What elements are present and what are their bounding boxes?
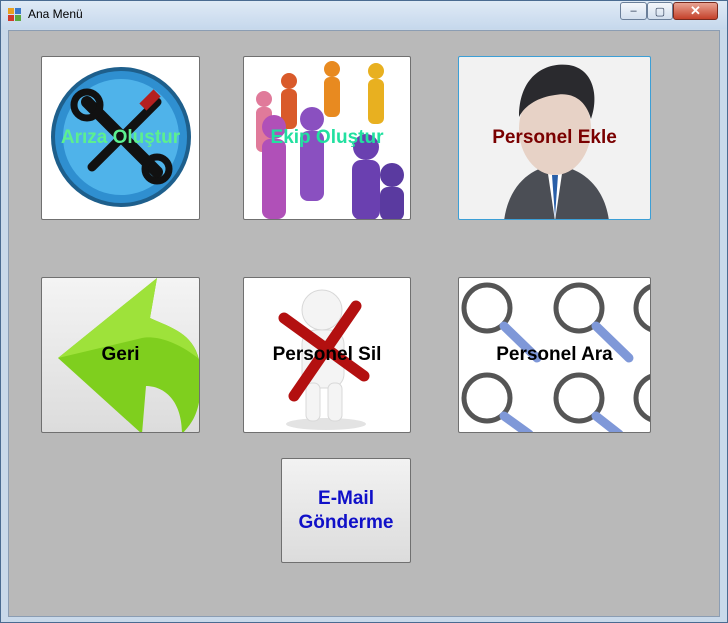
app-icon xyxy=(8,8,21,21)
minimize-button[interactable]: – xyxy=(620,2,647,20)
form-client-area: Arıza Oluştur Ekip Oluştur Personel Ekle… xyxy=(8,30,720,617)
title-bar[interactable]: Ana Menü – ▢ ✕ xyxy=(1,1,727,29)
email-label-line2: Gönderme xyxy=(298,511,394,533)
geri-label: Geri xyxy=(101,344,140,365)
ariza-olustur-button[interactable]: Arıza Oluştur xyxy=(41,56,200,220)
maximize-icon: ▢ xyxy=(654,5,666,18)
window-title: Ana Menü xyxy=(28,7,83,21)
email-gonderme-label: E-Mail Gönderme xyxy=(298,487,393,535)
personel-sil-label: Personel Sil xyxy=(272,344,382,365)
personel-sil-button[interactable]: Personel Sil xyxy=(243,277,411,433)
personel-ara-button[interactable]: Personel Ara xyxy=(458,277,651,433)
close-icon: ✕ xyxy=(690,3,701,18)
ekip-olustur-button[interactable]: Ekip Oluştur xyxy=(243,56,411,220)
minimize-icon: – xyxy=(630,5,637,17)
maximize-button[interactable]: ▢ xyxy=(647,2,673,20)
email-label-line1: E-Mail xyxy=(318,487,374,509)
ariza-olustur-label: Arıza Oluştur xyxy=(60,127,181,148)
personel-ekle-button[interactable]: Personel Ekle xyxy=(458,56,651,220)
ekip-olustur-label: Ekip Oluştur xyxy=(270,127,384,148)
email-gonderme-button[interactable]: E-Mail Gönderme xyxy=(281,458,411,563)
personel-ekle-label: Personel Ekle xyxy=(492,127,617,148)
main-window: Ana Menü – ▢ ✕ Arıza Oluştur Ekip Oluştu… xyxy=(0,0,728,623)
personel-ara-label: Personel Ara xyxy=(496,344,613,365)
close-button[interactable]: ✕ xyxy=(673,2,718,20)
geri-button[interactable]: Geri xyxy=(41,277,200,433)
